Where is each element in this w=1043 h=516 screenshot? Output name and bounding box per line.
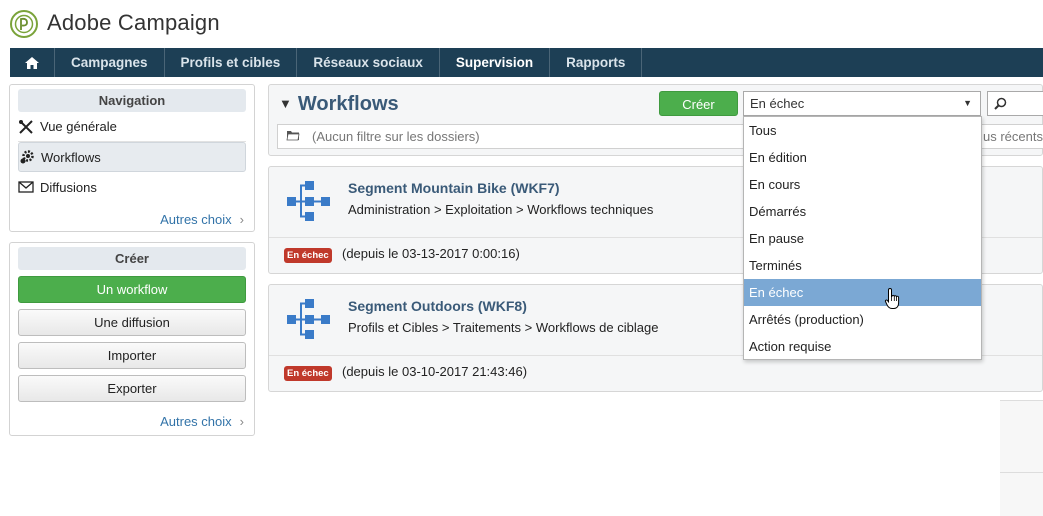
home-icon bbox=[25, 56, 39, 69]
sidebar-item-diffusions[interactable]: Diffusions bbox=[18, 172, 246, 202]
chevron-right-icon: › bbox=[239, 212, 244, 227]
nav-profils-et-cibles[interactable]: Profils et cibles bbox=[165, 48, 298, 77]
collapse-triangle-icon: ▼ bbox=[279, 96, 292, 111]
export-button[interactable]: Exporter bbox=[18, 375, 246, 402]
status-since: (depuis le 03-10-2017 21:43:46) bbox=[342, 364, 528, 379]
status-badge: En échec bbox=[284, 248, 332, 263]
gear-icon bbox=[19, 149, 41, 165]
divider bbox=[1000, 472, 1043, 473]
sidebar-item-label: Workflows bbox=[41, 149, 101, 165]
status-option-arretes[interactable]: Arrêtés (production) bbox=[744, 306, 981, 333]
status-dropdown-list: Tous En édition En cours Démarrés En pau… bbox=[743, 116, 982, 360]
nav-rapports[interactable]: Rapports bbox=[550, 48, 643, 77]
import-button[interactable]: Importer bbox=[18, 342, 246, 369]
search-icon bbox=[994, 97, 1007, 110]
create-workflow-button[interactable]: Un workflow bbox=[18, 276, 246, 303]
background-panel bbox=[1000, 400, 1043, 516]
status-option-en-echec[interactable]: En échec bbox=[744, 279, 981, 306]
nav-supervision[interactable]: Supervision bbox=[440, 48, 551, 77]
page-title[interactable]: ▼ Workflows bbox=[279, 93, 399, 116]
navigation-title: Navigation bbox=[18, 89, 246, 112]
page-title-text: Workflows bbox=[297, 93, 399, 115]
workflow-icon bbox=[287, 299, 330, 339]
create-title: Créer bbox=[18, 247, 246, 270]
tools-icon bbox=[18, 119, 40, 135]
status-option-tous[interactable]: Tous bbox=[744, 117, 981, 144]
create-more-link[interactable]: Autres choix › bbox=[10, 402, 254, 429]
status-option-en-pause[interactable]: En pause bbox=[744, 225, 981, 252]
workflow-title[interactable]: Segment Mountain Bike (WKF7) bbox=[348, 180, 560, 196]
sidebar-item-workflows[interactable]: Workflows bbox=[18, 142, 246, 172]
adobe-campaign-logo-icon bbox=[10, 10, 38, 38]
status-filter-value: En échec bbox=[750, 96, 805, 111]
app-header: Adobe Campaign bbox=[0, 0, 1043, 46]
status-since: (depuis le 03-13-2017 0:00:16) bbox=[342, 246, 520, 261]
folder-filter-text: (Aucun filtre sur les dossiers) bbox=[312, 129, 480, 144]
more-label: Autres choix bbox=[160, 414, 232, 429]
sidebar-item-vue-generale[interactable]: Vue générale bbox=[18, 112, 246, 142]
create-delivery-button[interactable]: Une diffusion bbox=[18, 309, 246, 336]
workflow-path: Profils et Cibles > Traitements > Workfl… bbox=[348, 320, 659, 335]
status-option-action-requise[interactable]: Action requise bbox=[744, 333, 981, 360]
workflow-title[interactable]: Segment Outdoors (WKF8) bbox=[348, 298, 527, 314]
app-title: Adobe Campaign bbox=[47, 10, 220, 35]
folder-icon bbox=[286, 131, 300, 141]
envelope-icon bbox=[18, 181, 40, 193]
status-badge: En échec bbox=[284, 366, 332, 381]
sidebar-item-label: Vue générale bbox=[40, 119, 117, 134]
top-navigation: Campagnes Profils et cibles Réseaux soci… bbox=[10, 48, 1043, 77]
status-option-termines[interactable]: Terminés bbox=[744, 252, 981, 279]
status-option-en-cours[interactable]: En cours bbox=[744, 171, 981, 198]
nav-reseaux-sociaux[interactable]: Réseaux sociaux bbox=[297, 48, 440, 77]
navigation-panel: Navigation Vue générale Workflows Diffus… bbox=[9, 84, 255, 232]
status-filter-select[interactable]: En échec ▼ bbox=[743, 91, 981, 116]
create-panel: Créer Un workflow Une diffusion Importer… bbox=[9, 242, 255, 436]
caret-down-icon: ▼ bbox=[963, 98, 972, 108]
status-option-en-edition[interactable]: En édition bbox=[744, 144, 981, 171]
recent-filter-text[interactable]: us récents bbox=[983, 125, 1043, 148]
create-button[interactable]: Créer bbox=[659, 91, 738, 116]
more-label: Autres choix bbox=[160, 212, 232, 227]
sidebar-item-label: Diffusions bbox=[40, 179, 97, 195]
workflow-path: Administration > Exploitation > Workflow… bbox=[348, 202, 654, 217]
hand-cursor-icon bbox=[884, 287, 900, 309]
status-option-demarres[interactable]: Démarrés bbox=[744, 198, 981, 225]
search-input[interactable] bbox=[987, 91, 1043, 116]
navigation-more-link[interactable]: Autres choix › bbox=[10, 202, 254, 227]
workflow-icon bbox=[287, 181, 330, 221]
nav-campagnes[interactable]: Campagnes bbox=[55, 48, 165, 77]
home-button[interactable] bbox=[10, 48, 55, 77]
chevron-right-icon: › bbox=[239, 414, 244, 429]
